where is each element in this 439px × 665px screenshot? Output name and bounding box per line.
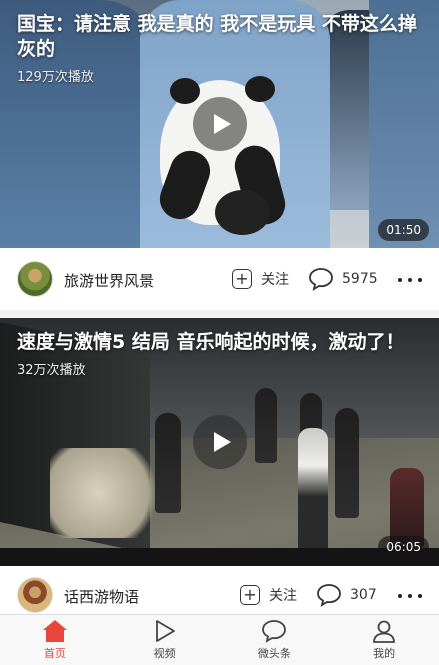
home-icon bbox=[42, 620, 67, 642]
tab-label: 视频 bbox=[153, 647, 176, 660]
comment-button[interactable]: 5975 bbox=[308, 267, 378, 291]
follow-button[interactable]: + 关注 bbox=[240, 585, 297, 605]
comment-count: 5975 bbox=[342, 271, 378, 287]
video-title[interactable]: 速度与激情5 结局 音乐响起的时候，激动了！ bbox=[17, 330, 422, 355]
video-card[interactable]: 速度与激情5 结局 音乐响起的时候，激动了！ 32万次播放 06:05 话西游物… bbox=[0, 318, 439, 614]
video-duration: 06:05 bbox=[378, 536, 429, 558]
video-meta-bar: 旅游世界风景 + 关注 5975 bbox=[0, 248, 439, 310]
play-icon bbox=[214, 432, 231, 452]
comment-count: 307 bbox=[350, 587, 377, 603]
play-icon bbox=[155, 620, 175, 642]
channel-name[interactable]: 话西游物语 bbox=[64, 586, 139, 607]
chat-bubble-icon bbox=[262, 620, 287, 643]
plus-icon: + bbox=[240, 585, 260, 605]
tab-label: 我的 bbox=[373, 647, 396, 660]
tab-label: 微头条 bbox=[257, 647, 291, 660]
person-icon bbox=[373, 620, 396, 643]
tab-video[interactable]: 视频 bbox=[110, 615, 220, 665]
video-feed: 国宝：请注意 我是真的 我不是玩具 不带这么掸灰的 129万次播放 01:50 … bbox=[0, 0, 439, 614]
video-meta-bar: 话西游物语 + 关注 307 bbox=[0, 566, 439, 614]
play-button[interactable] bbox=[193, 415, 247, 469]
video-thumbnail[interactable]: 速度与激情5 结局 音乐响起的时候，激动了！ 32万次播放 06:05 bbox=[0, 318, 439, 566]
video-card[interactable]: 国宝：请注意 我是真的 我不是玩具 不带这么掸灰的 129万次播放 01:50 … bbox=[0, 0, 439, 310]
plus-icon: + bbox=[232, 269, 252, 289]
play-count: 129万次播放 bbox=[17, 70, 94, 85]
video-title[interactable]: 国宝：请注意 我是真的 我不是玩具 不带这么掸灰的 bbox=[17, 12, 422, 62]
avatar[interactable] bbox=[17, 577, 53, 613]
play-icon bbox=[214, 114, 231, 134]
bottom-tab-bar: 首页 视频 微头条 我的 bbox=[0, 614, 439, 665]
comment-icon bbox=[309, 268, 333, 291]
play-count: 32万次播放 bbox=[17, 363, 86, 378]
follow-label: 关注 bbox=[261, 272, 289, 288]
video-duration: 01:50 bbox=[378, 219, 429, 241]
channel-name[interactable]: 旅游世界风景 bbox=[64, 270, 154, 291]
tab-label: 首页 bbox=[43, 647, 66, 660]
video-thumbnail[interactable]: 国宝：请注意 我是真的 我不是玩具 不带这么掸灰的 129万次播放 01:50 bbox=[0, 0, 439, 248]
tab-profile[interactable]: 我的 bbox=[329, 615, 439, 665]
more-options-button[interactable] bbox=[398, 586, 422, 606]
play-button[interactable] bbox=[193, 97, 247, 151]
tab-micro-headlines[interactable]: 微头条 bbox=[220, 615, 330, 665]
tab-home[interactable]: 首页 bbox=[0, 615, 110, 665]
comment-icon bbox=[317, 584, 341, 607]
comment-button[interactable]: 307 bbox=[316, 583, 377, 607]
avatar[interactable] bbox=[17, 261, 53, 297]
follow-label: 关注 bbox=[269, 588, 297, 604]
follow-button[interactable]: + 关注 bbox=[232, 269, 289, 289]
more-options-button[interactable] bbox=[398, 270, 422, 290]
